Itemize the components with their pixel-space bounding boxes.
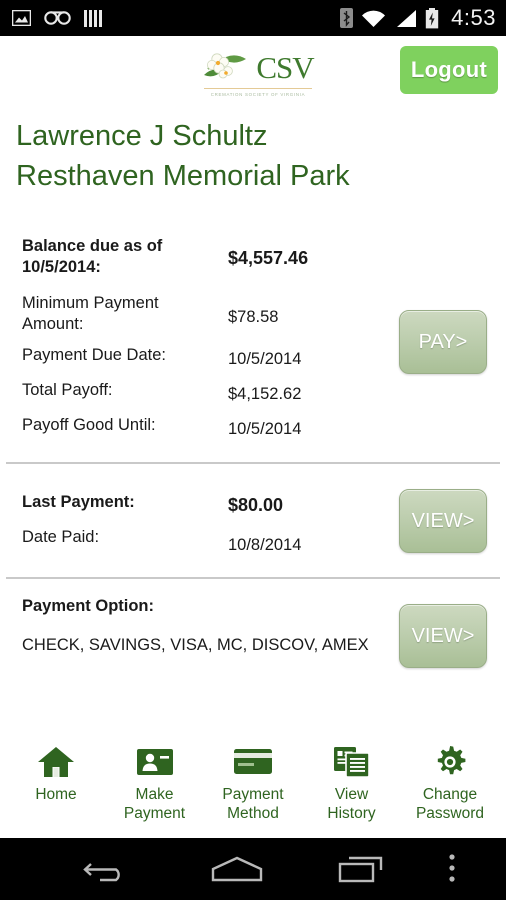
view-last-payment-button[interactable]: VIEW>	[399, 489, 487, 553]
nav-label-home-line1: Home	[35, 786, 77, 803]
divider-2	[6, 577, 500, 579]
nav-label-change-password-line2: Password	[415, 805, 485, 822]
documents-icon	[333, 742, 371, 782]
payoff-good-until-row: Payoff Good Until: 10/5/2014	[0, 415, 506, 450]
status-bar-clock: 4:53	[451, 5, 496, 30]
wifi-icon	[361, 9, 386, 28]
logout-button[interactable]: Logout	[400, 46, 498, 94]
home-icon[interactable]	[182, 855, 292, 883]
gear-icon	[432, 742, 468, 782]
flower-icon	[204, 53, 247, 79]
balance-due-label: Balance due as of 10/5/2014:	[22, 237, 163, 276]
voicemail-icon	[44, 11, 71, 25]
nav-item-view-history[interactable]: View History	[304, 742, 400, 823]
nav-item-change-password[interactable]: Change Password	[402, 742, 498, 823]
nav-label-view-history: View History	[327, 785, 375, 823]
page-title: Lawrence J Schultz Resthaven Memorial Pa…	[16, 116, 490, 196]
logo-graphic: CSV	[202, 47, 315, 87]
date-paid-value: 10/8/2014	[228, 536, 302, 554]
status-bar-left-icons	[12, 9, 103, 27]
csv-logo: CSV Cremation Society of Virginia	[196, 44, 320, 100]
nav-label-view-history-line2: History	[327, 805, 376, 822]
nav-label-payment-method-line2: Method	[227, 805, 279, 822]
view-payment-option-button[interactable]: VIEW>	[399, 604, 487, 668]
signal-icon	[394, 9, 417, 28]
battery-charging-icon	[425, 7, 439, 29]
total-payoff-row: Total Payoff: $4,152.62	[0, 380, 506, 415]
account-name: Lawrence J Schultz	[16, 120, 268, 152]
overflow-menu-icon[interactable]	[422, 853, 482, 885]
payment-due-date-label: Payment Due Date:	[22, 346, 166, 364]
status-bar-right-icons: 4:53	[340, 5, 496, 31]
nav-label-change-password-line1: Change	[422, 786, 478, 803]
divider-1	[6, 462, 500, 464]
bottom-navigation: Home Make Payment Payment Method View Hi…	[0, 738, 506, 838]
image-icon	[12, 10, 31, 26]
nav-label-make-payment-line2: Payment	[123, 805, 186, 822]
home-icon	[37, 742, 75, 782]
last-payment-value: $80.00	[228, 495, 284, 515]
nav-label-payment-method: Payment Method	[222, 785, 283, 823]
nav-label-view-history-line1: View	[334, 786, 369, 803]
balance-due-value: $4,557.46	[228, 248, 309, 268]
payment-option-values: CHECK, SAVINGS, VISA, MC, DISCOV, AMEX	[22, 636, 369, 654]
last-payment-label: Last Payment:	[22, 493, 135, 511]
balance-due-row: Balance due as of 10/5/2014: $4,557.46	[0, 236, 506, 288]
total-payoff-label: Total Payoff:	[22, 381, 113, 399]
bluetooth-icon	[340, 8, 354, 28]
bars-icon	[84, 9, 103, 27]
recents-icon[interactable]	[306, 854, 416, 884]
nav-item-make-payment[interactable]: Make Payment	[107, 742, 203, 823]
logo-rule	[204, 88, 312, 89]
status-bar: 4:53	[0, 0, 506, 36]
date-paid-label: Date Paid:	[22, 528, 100, 546]
minimum-payment-value: $78.58	[228, 308, 279, 326]
android-navigation-bar	[0, 838, 506, 900]
app-header: CSV Cremation Society of Virginia Logout	[0, 36, 506, 108]
back-icon[interactable]	[42, 855, 172, 883]
make-payment-icon	[136, 742, 174, 782]
logo-tagline: Cremation Society of Virginia	[210, 92, 306, 97]
payment-due-date-value: 10/5/2014	[228, 350, 302, 368]
payoff-good-until-value: 10/5/2014	[228, 420, 302, 438]
payment-option-label: Payment Option:	[22, 597, 155, 615]
account-location: Resthaven Memorial Park	[16, 160, 350, 192]
logo-text: CSV	[256, 49, 314, 85]
minimum-payment-label: Minimum Payment Amount:	[22, 294, 159, 333]
nav-label-home: Home	[35, 785, 76, 804]
pay-button[interactable]: PAY>	[399, 310, 487, 374]
nav-label-payment-method-line1: Payment	[222, 786, 284, 803]
nav-label-make-payment: Make Payment	[124, 785, 185, 823]
nav-label-change-password: Change Password	[416, 785, 484, 823]
credit-card-icon	[233, 742, 273, 782]
nav-item-payment-method[interactable]: Payment Method	[205, 742, 301, 823]
nav-item-home[interactable]: Home	[8, 742, 104, 804]
app-screen: 4:53 CSV CREMATION SOCIETY OF VIRGINIA L…	[0, 0, 506, 900]
nav-label-make-payment-line1: Make	[135, 786, 174, 803]
total-payoff-value: $4,152.62	[228, 385, 302, 403]
payoff-good-until-label: Payoff Good Until:	[22, 416, 156, 434]
